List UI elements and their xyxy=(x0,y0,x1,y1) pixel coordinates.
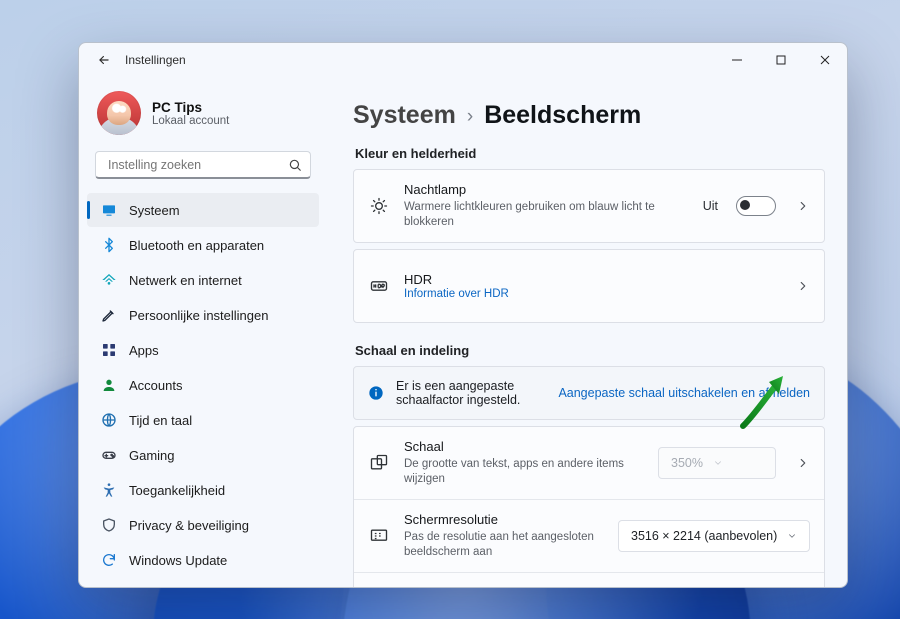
sidebar-item-system[interactable]: Systeem xyxy=(87,193,319,227)
resolution-subtitle: Pas de resolutie aan het aangesloten bee… xyxy=(404,530,604,560)
sidebar-item-label: Netwerk en internet xyxy=(129,273,242,288)
sidebar-item-label: Persoonlijke instellingen xyxy=(129,308,268,323)
section-kleur-title: Kleur en helderheid xyxy=(355,146,825,161)
info-icon xyxy=(368,385,384,401)
setting-row-orientation: Schermstand Liggend xyxy=(354,572,824,587)
sidebar-item-label: Windows Update xyxy=(129,553,227,568)
chevron-down-icon xyxy=(787,531,797,541)
nightlight-toggle[interactable] xyxy=(736,196,776,216)
setting-row-nightlight[interactable]: Nachtlamp Warmere lichtkleuren gebruiken… xyxy=(354,170,824,242)
resolution-title: Schermresolutie xyxy=(404,512,604,528)
sidebar-item-label: Apps xyxy=(129,343,159,358)
sidebar-item-label: Tijd en taal xyxy=(129,413,192,428)
sidebar-item-accounts[interactable]: Accounts xyxy=(87,368,319,402)
sidebar-item-gaming[interactable]: Gaming xyxy=(87,438,319,472)
sidebar-item-label: Privacy & beveiliging xyxy=(129,518,249,533)
sidebar-item-label: Accounts xyxy=(129,378,182,393)
arrow-left-icon xyxy=(97,53,111,67)
profile-block[interactable]: PC Tips Lokaal account xyxy=(87,87,319,149)
sidebar: PC Tips Lokaal account Systeem xyxy=(79,77,327,587)
sidebar-item-time-language[interactable]: Tijd en taal xyxy=(87,403,319,437)
sidebar-item-network[interactable]: Netwerk en internet xyxy=(87,263,319,297)
sidebar-item-accessibility[interactable]: Toegankelijkheid xyxy=(87,473,319,507)
setting-card-hdr: HDR Informatie over HDR xyxy=(353,249,825,323)
maximize-icon xyxy=(776,55,786,65)
apps-icon xyxy=(101,342,117,358)
search-input[interactable] xyxy=(106,157,288,173)
section-schaal-title: Schaal en indeling xyxy=(355,343,825,358)
windows-update-icon xyxy=(101,552,117,568)
sidebar-item-bluetooth[interactable]: Bluetooth en apparaten xyxy=(87,228,319,262)
scale-notice-message: Er is een aangepaste schaalfactor ingest… xyxy=(396,379,546,407)
resolution-value: 3516 × 2214 (aanbevolen) xyxy=(631,529,777,543)
hdr-icon xyxy=(368,275,390,297)
accessibility-icon xyxy=(101,482,117,498)
back-button[interactable] xyxy=(93,49,115,71)
nightlight-state: Uit xyxy=(703,199,718,213)
settings-group-scale-layout: Schaal De grootte van tekst, apps en and… xyxy=(353,426,825,587)
close-icon xyxy=(820,55,830,65)
time-language-icon xyxy=(101,412,117,428)
sidebar-item-label: Bluetooth en apparaten xyxy=(129,238,264,253)
content-area: Systeem › Beeldscherm Kleur en helderhei… xyxy=(327,77,847,587)
sidebar-item-personalization[interactable]: Persoonlijke instellingen xyxy=(87,298,319,332)
sidebar-item-privacy[interactable]: Privacy & beveiliging xyxy=(87,508,319,542)
breadcrumb-page: Beeldscherm xyxy=(484,101,641,130)
chevron-down-icon xyxy=(713,458,723,468)
setting-row-hdr[interactable]: HDR Informatie over HDR xyxy=(354,250,824,322)
profile-name: PC Tips xyxy=(152,100,229,115)
resolution-dropdown[interactable]: 3516 × 2214 (aanbevolen) xyxy=(618,520,810,552)
scale-icon xyxy=(368,452,390,474)
scale-notice: Er is een aangepaste schaalfactor ingest… xyxy=(353,366,825,420)
bluetooth-icon xyxy=(101,237,117,253)
breadcrumb: Systeem › Beeldscherm xyxy=(353,101,825,130)
nightlight-title: Nachtlamp xyxy=(404,182,689,198)
nightlight-icon xyxy=(368,195,390,217)
minimize-icon xyxy=(732,55,742,65)
search-box[interactable] xyxy=(95,151,311,179)
scale-title: Schaal xyxy=(404,439,644,455)
titlebar: Instellingen xyxy=(79,43,847,77)
settings-window: Instellingen PC Tips Lokaal account xyxy=(78,42,848,588)
scale-value: 350% xyxy=(671,456,703,470)
network-icon xyxy=(101,272,117,288)
resolution-icon xyxy=(368,525,390,547)
chevron-right-icon[interactable] xyxy=(796,456,810,470)
nav: Systeem Bluetooth en apparaten Netwerk e… xyxy=(87,193,319,577)
app-title: Instellingen xyxy=(125,53,186,67)
sidebar-item-label: Toegankelijkheid xyxy=(129,483,225,498)
hdr-title: HDR xyxy=(404,272,776,288)
search-icon xyxy=(288,158,302,172)
nightlight-subtitle: Warmere lichtkleuren gebruiken om blauw … xyxy=(404,200,689,230)
setting-card-nightlight: Nachtlamp Warmere lichtkleuren gebruiken… xyxy=(353,169,825,243)
scale-subtitle: De grootte van tekst, apps en andere ite… xyxy=(404,457,644,487)
hdr-link[interactable]: Informatie over HDR xyxy=(404,288,776,300)
sidebar-item-label: Gaming xyxy=(129,448,175,463)
chevron-right-icon[interactable] xyxy=(796,199,810,213)
privacy-icon xyxy=(101,517,117,533)
accounts-icon xyxy=(101,377,117,393)
minimize-button[interactable] xyxy=(715,43,759,77)
personalization-icon xyxy=(101,307,117,323)
maximize-button[interactable] xyxy=(759,43,803,77)
breadcrumb-root[interactable]: Systeem xyxy=(353,101,456,130)
chevron-right-icon[interactable] xyxy=(796,279,810,293)
profile-account-type: Lokaal account xyxy=(152,115,229,127)
setting-row-resolution[interactable]: Schermresolutie Pas de resolutie aan het… xyxy=(354,499,824,572)
close-button[interactable] xyxy=(803,43,847,77)
sidebar-item-windows-update[interactable]: Windows Update xyxy=(87,543,319,577)
setting-row-scale[interactable]: Schaal De grootte van tekst, apps en and… xyxy=(354,427,824,499)
sidebar-item-apps[interactable]: Apps xyxy=(87,333,319,367)
scale-dropdown[interactable]: 350% xyxy=(658,447,776,479)
scale-notice-action[interactable]: Aangepaste schaal uitschakelen en afmeld… xyxy=(558,386,810,400)
system-icon xyxy=(101,202,117,218)
sidebar-item-label: Systeem xyxy=(129,203,180,218)
avatar xyxy=(97,91,141,135)
chevron-right-icon: › xyxy=(467,106,473,128)
gaming-icon xyxy=(101,447,117,463)
